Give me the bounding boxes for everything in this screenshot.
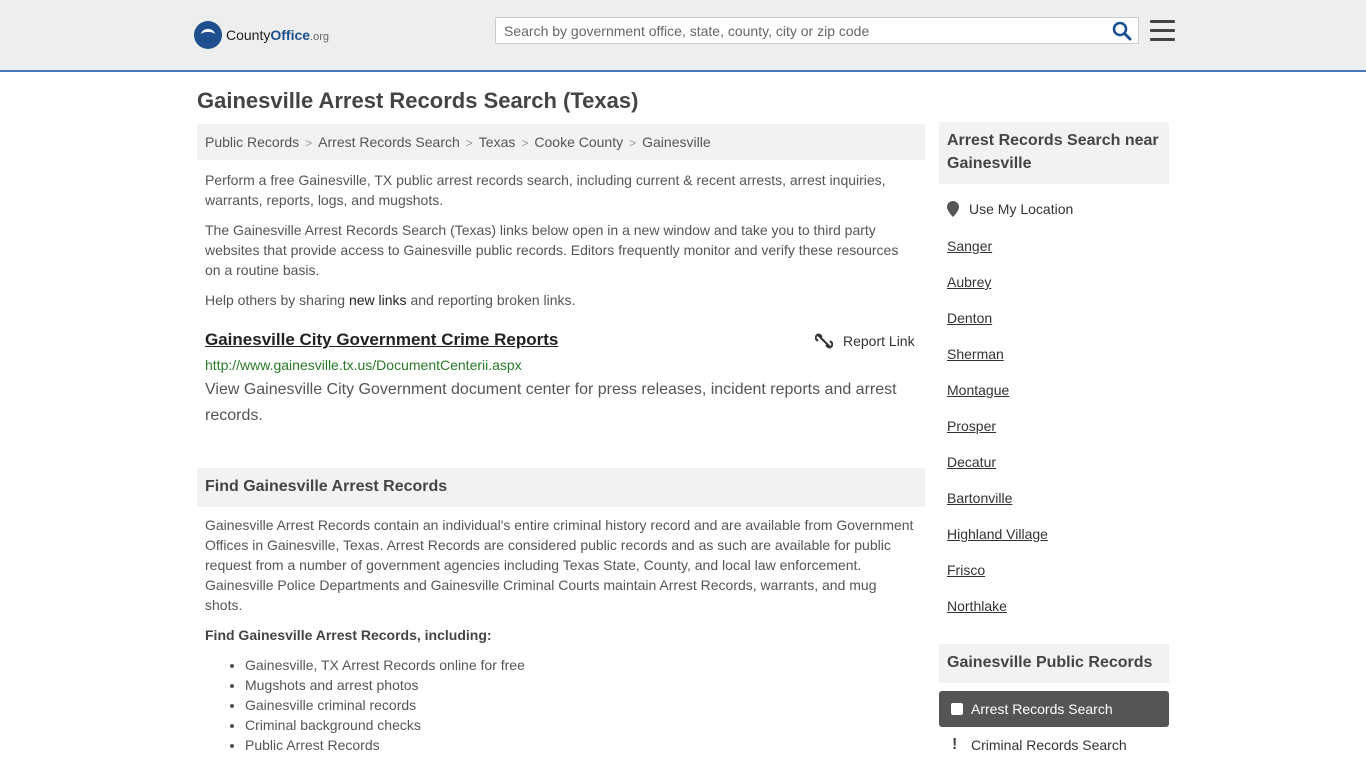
hamburger-menu-icon[interactable] bbox=[1150, 20, 1175, 42]
breadcrumb-public-records[interactable]: Public Records bbox=[205, 134, 299, 150]
list-item: Gainesville, TX Arrest Records online fo… bbox=[245, 655, 525, 675]
breadcrumb: Public Records > Arrest Records Search > Tex… bbox=[197, 124, 925, 160]
exclamation-icon: ! bbox=[952, 736, 958, 753]
sidebar-city-highland-village[interactable]: Highland Village bbox=[947, 526, 1048, 542]
find-section-body: Gainesville Arrest Records contain an in… bbox=[205, 517, 914, 613]
page-title: Gainesville Arrest Records Search (Texas… bbox=[197, 88, 639, 113]
list-item: Gainesville criminal records bbox=[245, 695, 525, 715]
list-item: Public Arrest Records bbox=[245, 735, 525, 755]
intro-paragraph-2: The Gainesville Arrest Records Search (T… bbox=[205, 222, 899, 278]
intro-paragraph-1: Perform a free Gainesville, TX public ar… bbox=[205, 172, 886, 208]
use-my-location-link[interactable]: Use My Location bbox=[969, 201, 1073, 217]
sidebar-city-prosper[interactable]: Prosper bbox=[947, 418, 996, 434]
sidebar-item-label[interactable]: Criminal Records Search bbox=[971, 737, 1127, 753]
site-logo[interactable]: CountyOffice.org bbox=[194, 20, 329, 50]
chevron-right-icon: > bbox=[305, 136, 313, 150]
seal-icon bbox=[194, 21, 222, 49]
list-item: Criminal background checks bbox=[245, 715, 525, 735]
listing-url: http://www.gainesville.tx.us/DocumentCen… bbox=[205, 357, 522, 373]
sidebar-item-arrest-records[interactable]: Arrest Records Search bbox=[939, 691, 1169, 727]
sidebar-city-bartonville[interactable]: Bartonville bbox=[947, 490, 1012, 506]
listing-title-link[interactable]: Gainesville City Government Crime Report… bbox=[205, 330, 558, 350]
map-pin-icon bbox=[947, 201, 959, 217]
search-input[interactable] bbox=[504, 23, 1104, 39]
top-bar: CountyOffice.org bbox=[0, 0, 1366, 72]
find-list-heading: Find Gainesville Arrest Records, includi… bbox=[205, 627, 492, 643]
sidebar-item-label[interactable]: Arrest Records Search bbox=[971, 701, 1113, 717]
sidebar-city-northlake[interactable]: Northlake bbox=[947, 598, 1007, 614]
intro-paragraph-3: Help others by sharing new links and rep… bbox=[205, 292, 576, 308]
search-box bbox=[495, 17, 1139, 44]
breadcrumb-gainesville[interactable]: Gainesville bbox=[642, 134, 710, 150]
sidebar-city-aubrey[interactable]: Aubrey bbox=[947, 274, 991, 290]
listing-description: View Gainesville City Government documen… bbox=[205, 381, 897, 424]
report-link-button[interactable]: Report Link bbox=[815, 332, 915, 350]
sidebar-city-sherman[interactable]: Sherman bbox=[947, 346, 1004, 362]
sidebar-city-montague[interactable]: Montague bbox=[947, 382, 1009, 398]
sidebar-city-sanger[interactable]: Sanger bbox=[947, 238, 992, 254]
breadcrumb-cooke-county[interactable]: Cooke County bbox=[534, 134, 623, 150]
use-location: Use My Location bbox=[947, 201, 1073, 217]
sidebar-city-frisco[interactable]: Frisco bbox=[947, 562, 985, 578]
chevron-right-icon: > bbox=[629, 136, 637, 150]
report-link-label: Report Link bbox=[843, 333, 915, 349]
list-item: Mugshots and arrest photos bbox=[245, 675, 525, 695]
sidebar-city-decatur[interactable]: Decatur bbox=[947, 454, 996, 470]
square-icon bbox=[951, 703, 963, 715]
breadcrumb-arrest-records[interactable]: Arrest Records Search bbox=[318, 134, 460, 150]
find-list: Gainesville, TX Arrest Records online fo… bbox=[225, 655, 525, 755]
chevron-right-icon: > bbox=[465, 136, 473, 150]
search-icon[interactable] bbox=[1112, 21, 1132, 41]
chevron-right-icon: > bbox=[521, 136, 529, 150]
breadcrumb-texas[interactable]: Texas bbox=[479, 134, 516, 150]
sidebar-public-heading: Gainesville Public Records bbox=[939, 644, 1169, 683]
sidebar-item-criminal-records[interactable]: ! Criminal Records Search bbox=[952, 736, 1127, 754]
sidebar-near-heading: Arrest Records Search near Gainesville bbox=[939, 122, 1169, 184]
logo-text: CountyOffice.org bbox=[226, 27, 330, 43]
new-links-link[interactable]: new links bbox=[349, 292, 407, 308]
broken-link-icon bbox=[815, 333, 833, 349]
find-section-heading: Find Gainesville Arrest Records bbox=[197, 468, 925, 507]
sidebar-city-denton[interactable]: Denton bbox=[947, 310, 992, 326]
